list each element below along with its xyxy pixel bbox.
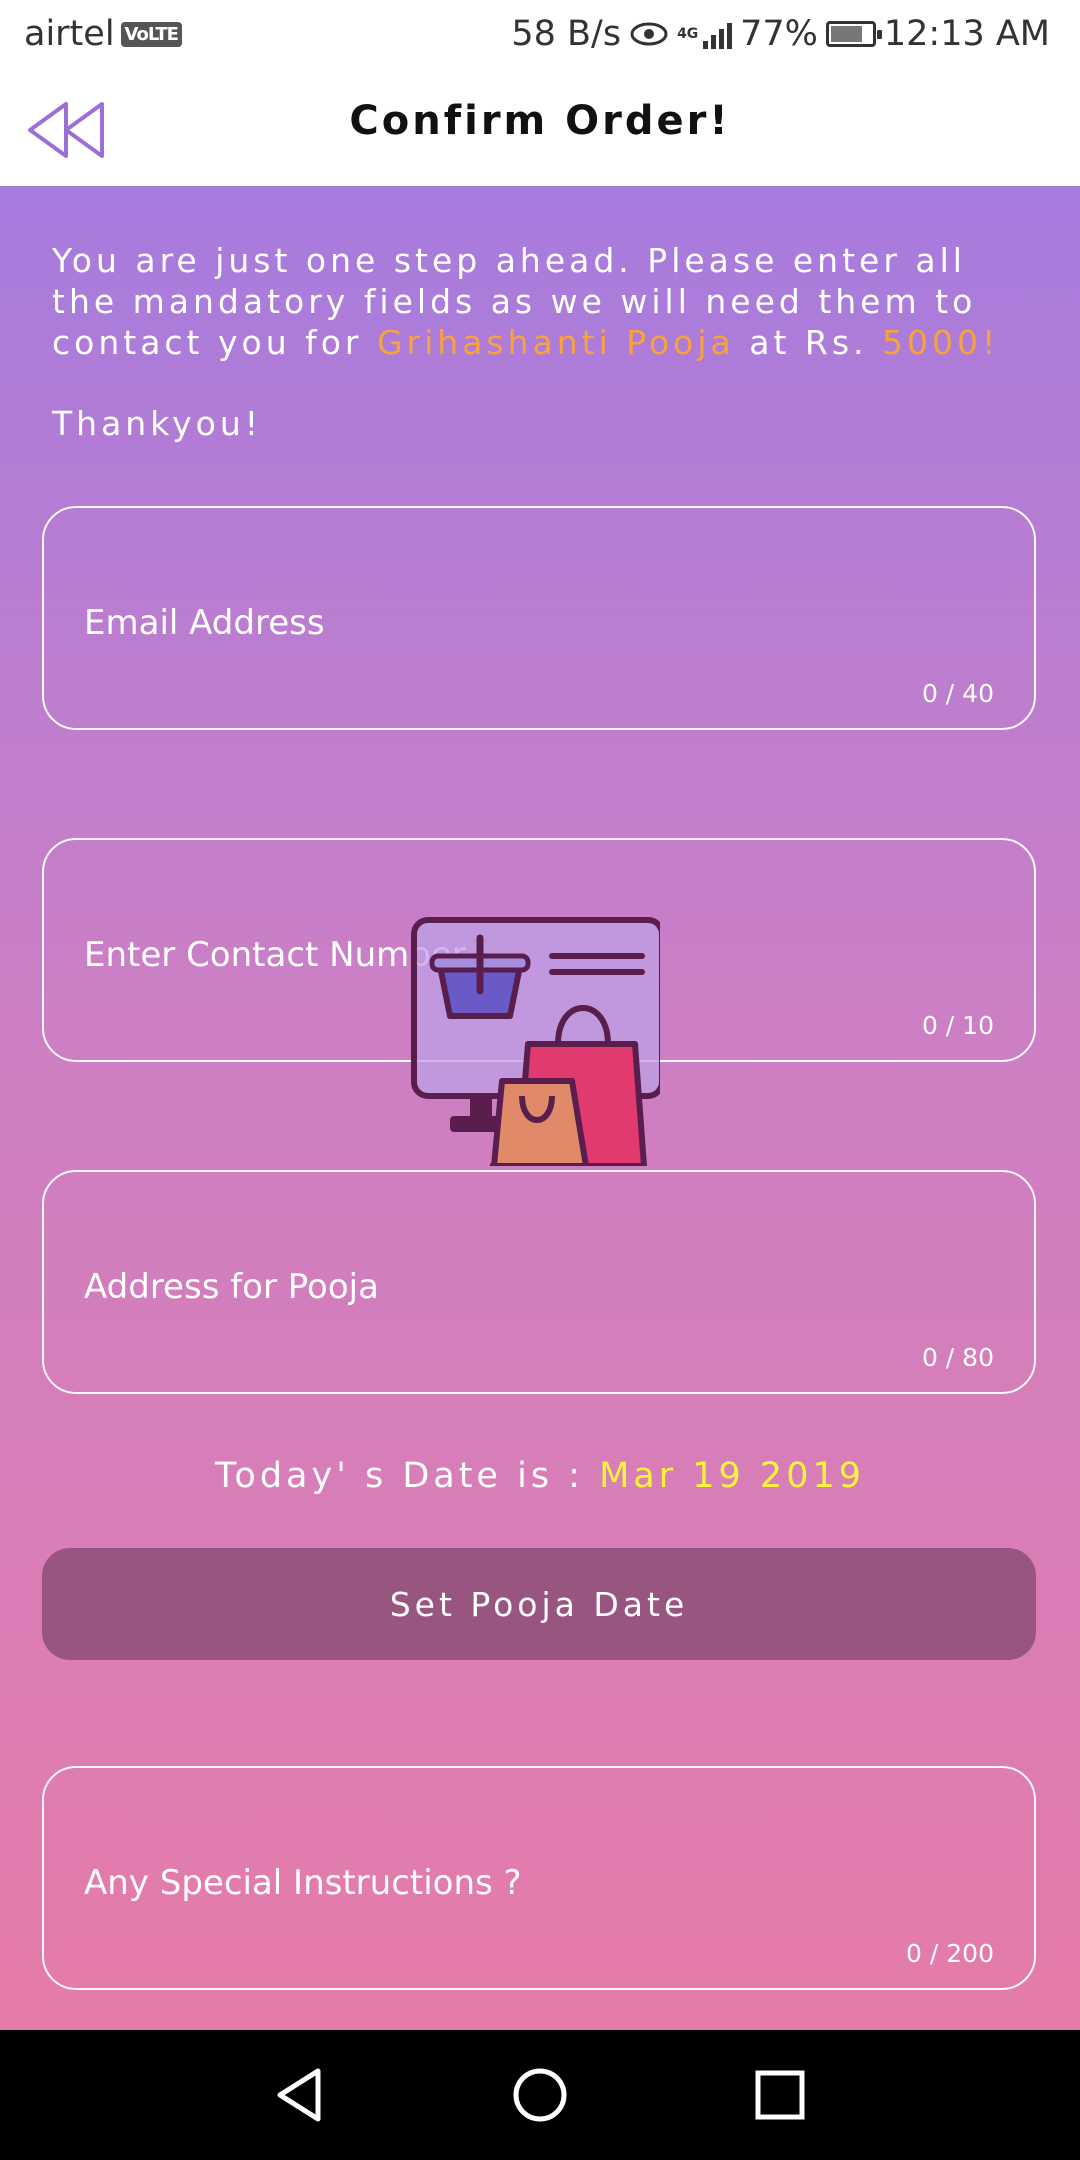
status-left: airtel VoLTE bbox=[24, 14, 182, 54]
network-type: 4G bbox=[677, 26, 699, 42]
email-hint: Email Address bbox=[84, 603, 325, 643]
clock: 12:13 AM bbox=[883, 14, 1050, 54]
eye-icon bbox=[630, 22, 668, 46]
circle-home-icon[interactable] bbox=[510, 2065, 570, 2125]
order-form: You are just one step ahead. Please ente… bbox=[0, 186, 1080, 2030]
instructions-counter: 0 / 200 bbox=[906, 1939, 994, 1968]
signal-icon bbox=[703, 19, 733, 49]
intro-text: You are just one step ahead. Please ente… bbox=[52, 240, 1042, 363]
navigation-bar bbox=[0, 2030, 1080, 2160]
status-bar: airtel VoLTE 58 B/s 4G 77% 12:13 AM bbox=[0, 0, 1080, 74]
instructions-hint: Any Special Instructions ? bbox=[84, 1863, 522, 1903]
service-price: 5000! bbox=[882, 323, 1000, 362]
battery-fill bbox=[830, 26, 862, 42]
battery-icon bbox=[825, 21, 882, 47]
set-pooja-date-button[interactable]: Set Pooja Date bbox=[42, 1548, 1036, 1660]
online-shopping-icon bbox=[411, 917, 660, 1166]
intro-part2: at Rs. bbox=[734, 323, 883, 362]
page-title: Confirm Order! bbox=[349, 98, 731, 144]
toolbar: Confirm Order! bbox=[0, 74, 1080, 186]
square-recents-icon[interactable] bbox=[750, 2065, 810, 2125]
network-speed: 58 B/s bbox=[511, 14, 622, 54]
volte-badge: VoLTE bbox=[120, 21, 182, 47]
service-name: Grihashanti Pooja bbox=[376, 323, 735, 362]
battery-percent: 77% bbox=[740, 14, 818, 54]
contact-counter: 0 / 10 bbox=[921, 1011, 994, 1040]
todays-date: Today' s Date is : Mar 19 2019 bbox=[0, 1456, 1080, 1496]
special-instructions-field[interactable]: Any Special Instructions ? 0 / 200 bbox=[42, 1766, 1036, 1990]
contact-hint: Enter Contact Number bbox=[84, 935, 466, 975]
email-counter: 0 / 40 bbox=[921, 679, 994, 708]
date-label: Today' s Date is : bbox=[214, 1456, 600, 1496]
address-hint: Address for Pooja bbox=[84, 1267, 379, 1307]
triangle-back-icon[interactable] bbox=[270, 2065, 330, 2125]
status-right: 58 B/s 4G 77% 12:13 AM bbox=[511, 14, 1050, 54]
email-field[interactable]: Email Address 0 / 40 bbox=[42, 506, 1036, 730]
address-field[interactable]: Address for Pooja 0 / 80 bbox=[42, 1170, 1036, 1394]
address-counter: 0 / 80 bbox=[921, 1343, 994, 1372]
date-value: Mar 19 2019 bbox=[599, 1456, 866, 1496]
carrier-name: airtel bbox=[24, 14, 115, 54]
thanks-text: Thankyou! bbox=[52, 404, 263, 443]
